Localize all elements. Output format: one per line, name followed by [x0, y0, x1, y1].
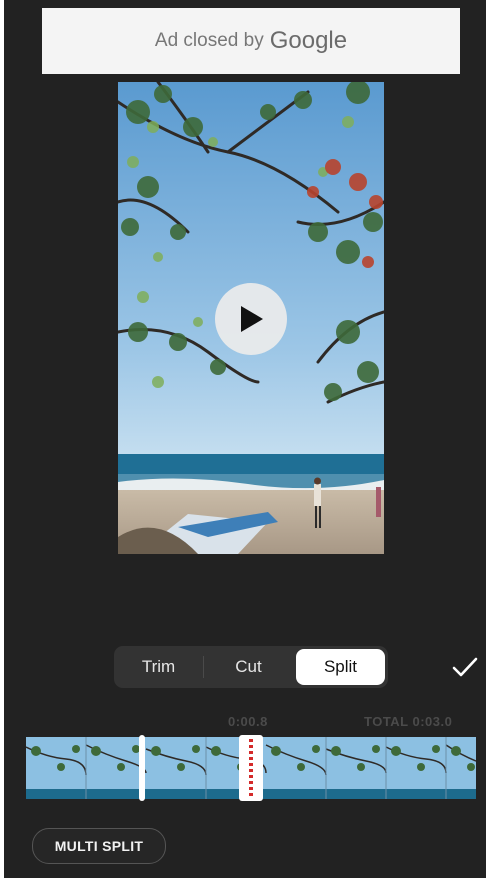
timeline-start-handle[interactable] [139, 735, 145, 801]
tab-split[interactable]: Split [296, 649, 385, 685]
multi-split-button[interactable]: MULTI SPLIT [32, 828, 166, 864]
ad-brand: Google [269, 27, 348, 54]
tab-trim[interactable]: Trim [114, 646, 203, 688]
tab-cut[interactable]: Cut [204, 646, 293, 688]
frame-border-right [486, 0, 490, 878]
split-line [249, 739, 253, 797]
split-playhead[interactable] [239, 735, 263, 801]
play-button[interactable] [215, 283, 287, 355]
checkmark-icon [452, 657, 478, 677]
play-icon [241, 306, 263, 332]
ad-closed-text: Ad closed by [154, 30, 264, 51]
edit-mode-segmented-control: Trim Cut Split [114, 646, 388, 688]
frame-border-left [0, 0, 4, 878]
ad-banner: Ad closed by Google [42, 8, 460, 74]
current-time-readout: 0:00.8 [228, 714, 268, 729]
total-time-readout: TOTAL 0:03.0 [364, 714, 453, 729]
done-button[interactable] [450, 652, 480, 682]
